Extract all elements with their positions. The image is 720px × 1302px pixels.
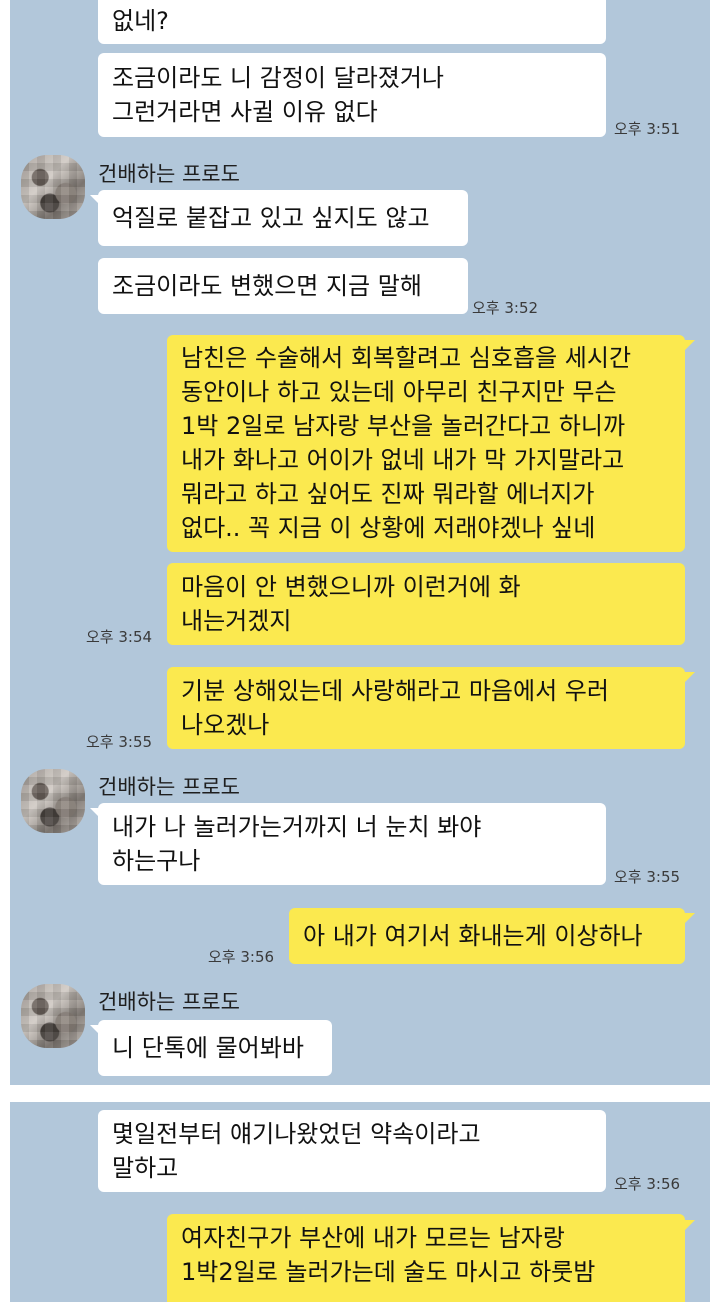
- message-line: 나오겠나: [181, 711, 270, 739]
- message-timestamp: 오후 3:54: [86, 628, 153, 646]
- message-bubble-sent: 남친은 수술해서 회복할려고 심호흡을 세시간 동안이나 하고 있는데 아무리 …: [167, 335, 685, 552]
- message-line: 내는거겠지: [181, 607, 292, 635]
- message-timestamp: 오후 3:52: [472, 299, 539, 317]
- message-line: 억질로 붙잡고 있고 싶지도 않고: [112, 204, 430, 232]
- bubble-tail: [685, 913, 695, 923]
- friend-name: 건배하는 프로도: [98, 990, 240, 1014]
- friend-name: 건배하는 프로도: [98, 162, 240, 186]
- friend-avatar[interactable]: [21, 984, 85, 1048]
- bubble-tail: [685, 672, 695, 682]
- message-line: 없네?: [112, 7, 169, 35]
- message-line: 내가 화나고 어이가 없네 내가 막 가지말라고: [181, 446, 625, 474]
- bubble-tail: [685, 1220, 695, 1230]
- message-bubble-received: 니 단톡에 물어봐바: [98, 1020, 332, 1076]
- message-bubble-received: 조금이라도 변했으면 지금 말해: [98, 258, 468, 314]
- message-line: 조금이라도 변했으면 지금 말해: [112, 272, 422, 300]
- message-timestamp: 오후 3:56: [614, 1175, 681, 1193]
- message-bubble-received: 조금이라도 니 감정이 달라졌거나 그런거라면 사귈 이유 없다: [98, 53, 606, 137]
- message-line: 말하고: [112, 1154, 179, 1182]
- message-bubble-received: 없네?: [98, 0, 606, 44]
- friend-name: 건배하는 프로도: [98, 775, 240, 799]
- message-bubble-sent: 기분 상해있는데 사랑해라고 마음에서 우러 나오겠나: [167, 667, 685, 749]
- friend-avatar[interactable]: [21, 769, 85, 833]
- message-line: 남친은 수술해서 회복할려고 심호흡을 세시간: [181, 344, 632, 372]
- message-timestamp: 오후 3:55: [86, 733, 153, 751]
- message-timestamp: 오후 3:56: [208, 948, 275, 966]
- message-bubble-received: 내가 나 놀러가는거까지 너 눈치 봐야 하는구나: [98, 803, 606, 885]
- message-bubble-sent: 여자친구가 부산에 내가 모르는 남자랑 1박2일로 놀러가는데 술도 마시고 …: [167, 1214, 685, 1302]
- message-line: 1박2일로 놀러가는데 술도 마시고 하룻밤: [181, 1258, 596, 1286]
- message-line: 아 내가 여기서 화내는게 이상하나: [303, 922, 643, 950]
- message-bubble-received: 몇일전부터 얘기나왔었던 약속이라고 말하고: [98, 1110, 606, 1192]
- message-line: 마음이 안 변했으니까 이런거에 화: [181, 573, 521, 601]
- message-line: 몇일전부터 얘기나왔었던 약속이라고: [112, 1120, 481, 1148]
- message-line: 없다.. 꼭 지금 이 상황에 저래야겠나 싶네: [181, 514, 596, 542]
- message-line: 1박 2일로 남자랑 부산을 놀러간다고 하니까: [181, 412, 626, 440]
- message-line: 여자친구가 부산에 내가 모르는 남자랑: [181, 1224, 565, 1252]
- chat-panel-upper[interactable]: 없네? 조금이라도 니 감정이 달라졌거나 그런거라면 사귈 이유 없다 오후 …: [10, 0, 710, 1085]
- message-line: 니 단톡에 물어봐바: [112, 1034, 304, 1062]
- friend-avatar[interactable]: [21, 155, 85, 219]
- message-line: 하는구나: [112, 847, 201, 875]
- message-line: 동안이나 하고 있는데 아무리 친구지만 무슨: [181, 378, 617, 406]
- message-line: 기분 상해있는데 사랑해라고 마음에서 우러: [181, 677, 609, 705]
- message-line: 조금이라도 니 감정이 달라졌거나: [112, 64, 445, 92]
- chat-panel-lower[interactable]: 몇일전부터 얘기나왔었던 약속이라고 말하고 오후 3:56 여자친구가 부산에…: [10, 1102, 710, 1302]
- message-bubble-received: 억질로 붙잡고 있고 싶지도 않고: [98, 190, 468, 246]
- message-line: 내가 나 놀러가는거까지 너 눈치 봐야: [112, 813, 482, 841]
- message-timestamp: 오후 3:55: [614, 868, 681, 886]
- message-bubble-sent: 마음이 안 변했으니까 이런거에 화 내는거겠지: [167, 563, 685, 645]
- message-line: 그런거라면 사귈 이유 없다: [112, 98, 378, 126]
- message-line: 뭐라고 하고 싶어도 진짜 뭐라할 에너지가: [181, 480, 595, 508]
- bubble-tail: [685, 340, 695, 350]
- message-timestamp: 오후 3:51: [614, 120, 681, 138]
- message-bubble-sent: 아 내가 여기서 화내는게 이상하나: [289, 908, 685, 964]
